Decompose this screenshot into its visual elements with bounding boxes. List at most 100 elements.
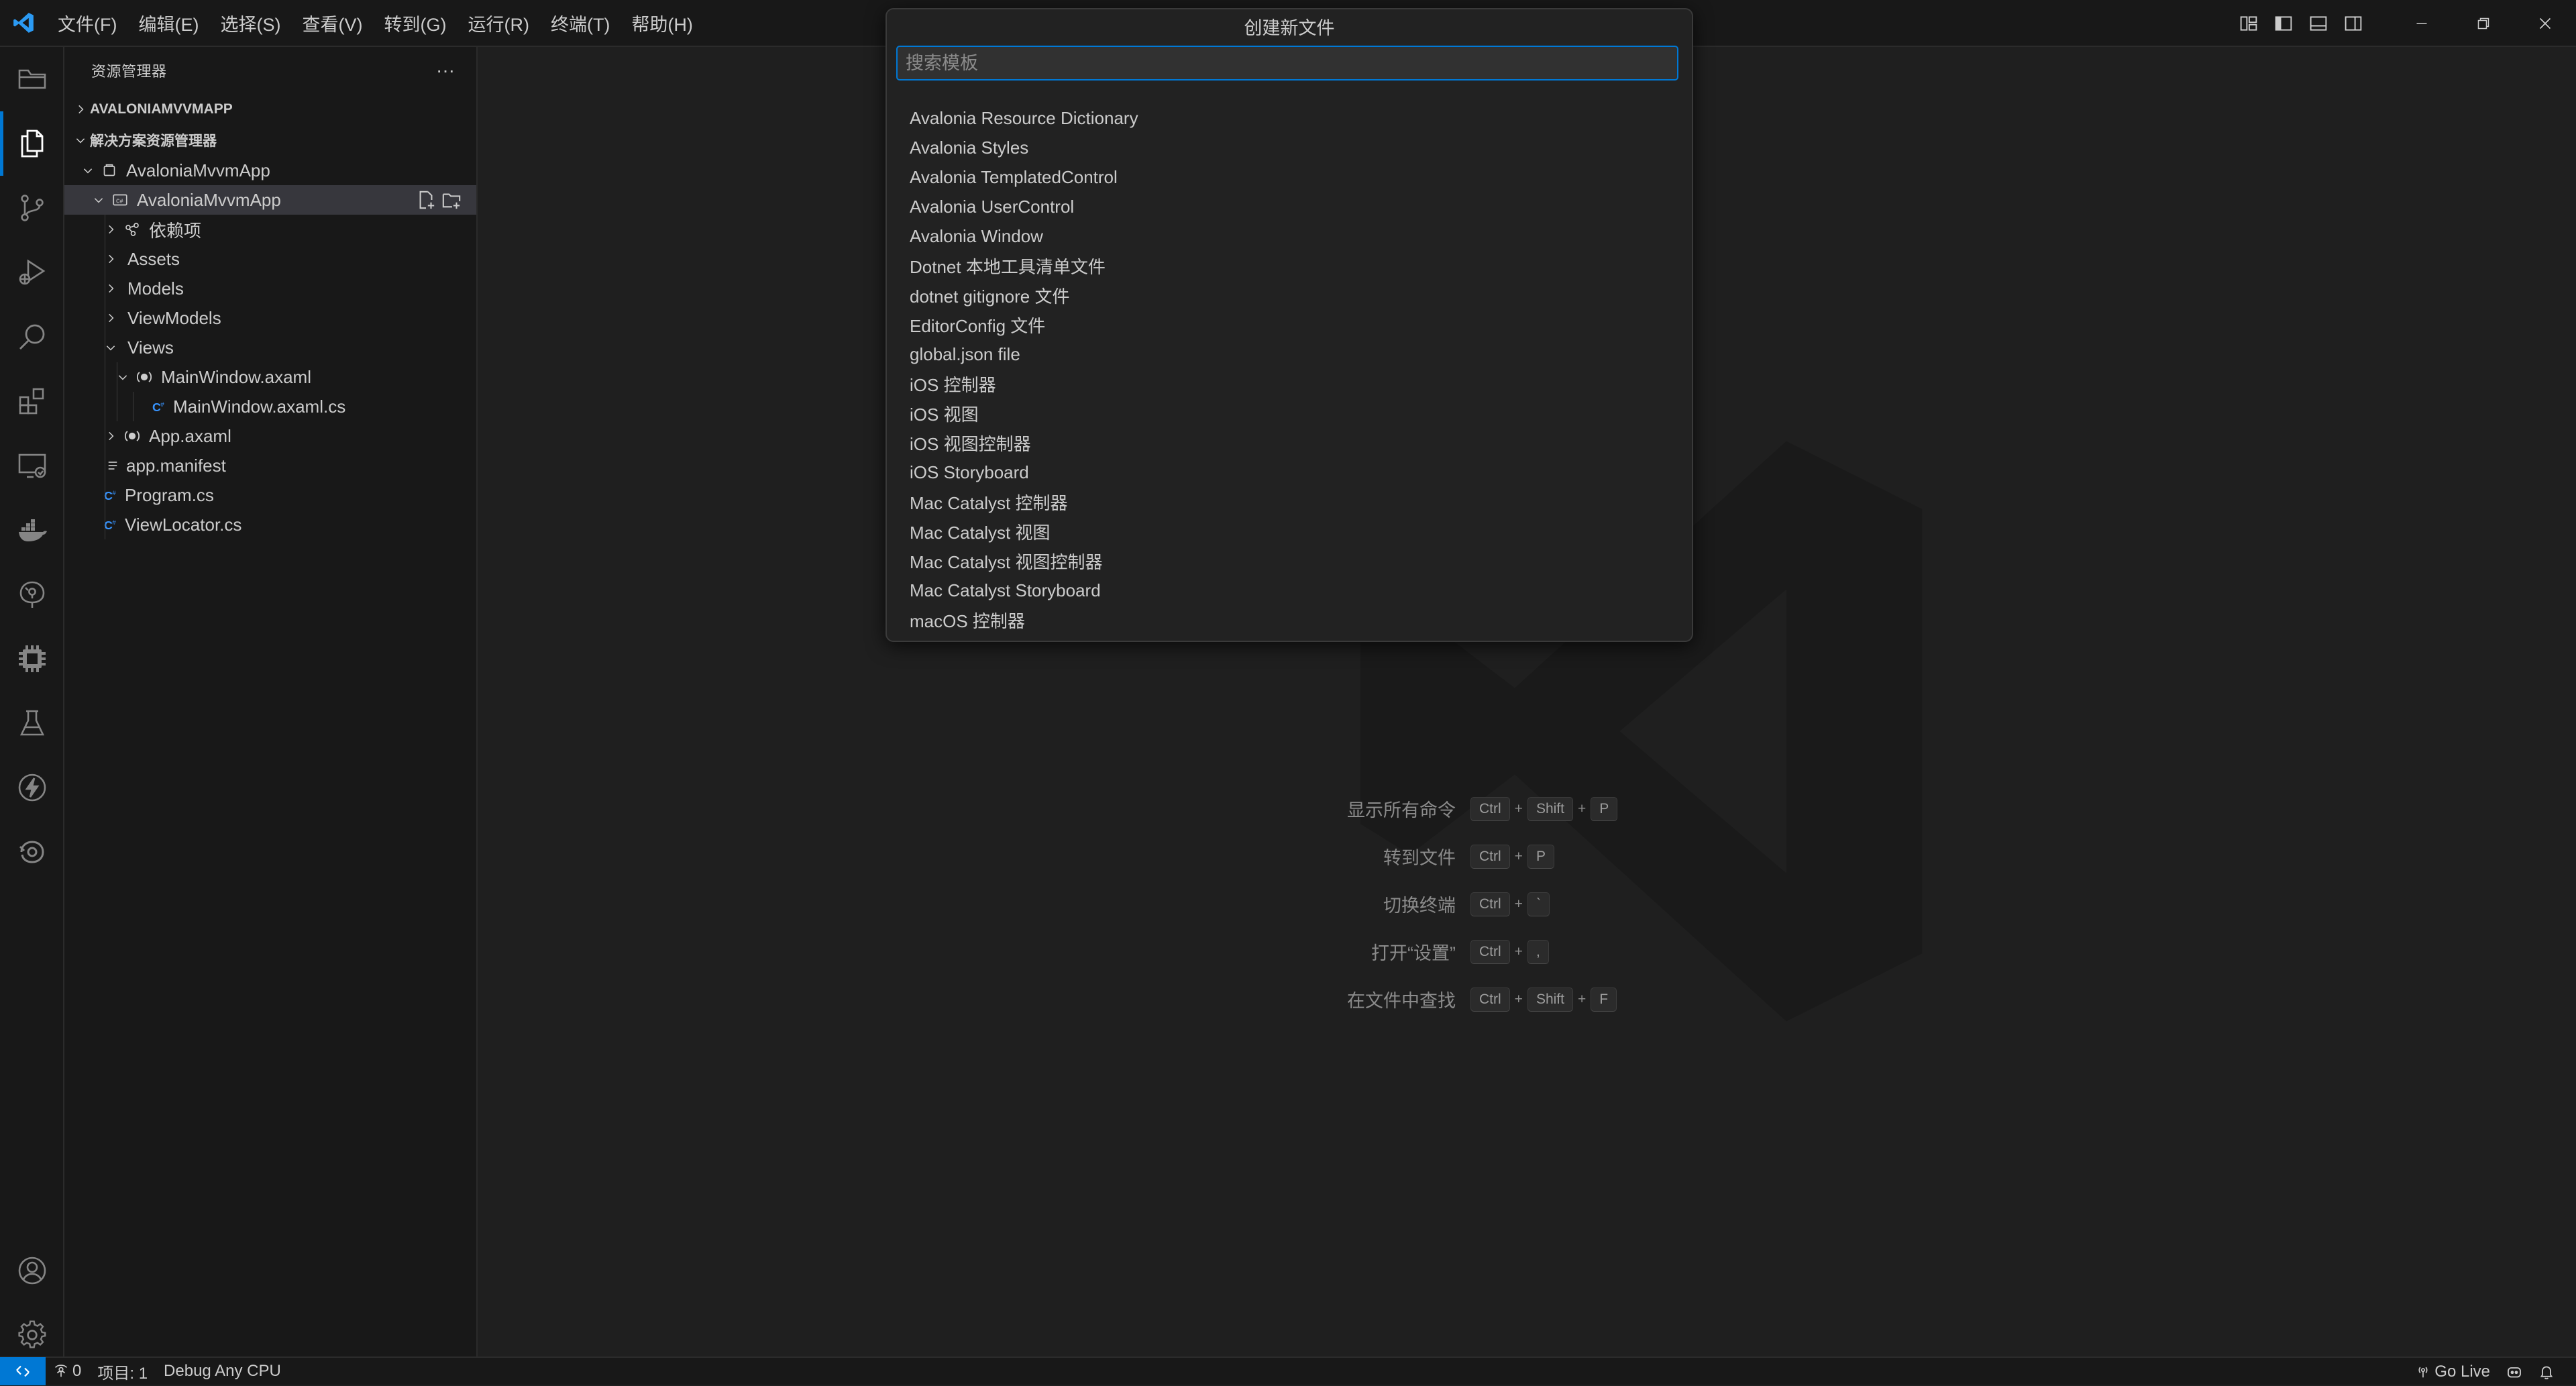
- chip-icon[interactable]: [0, 627, 64, 691]
- tree-item-models[interactable]: Models: [64, 274, 476, 303]
- menu-file[interactable]: 文件(F): [47, 7, 127, 39]
- folder-icon[interactable]: [0, 47, 64, 111]
- menu-goto[interactable]: 转到(G): [373, 7, 457, 39]
- axaml-icon: [133, 370, 156, 384]
- template-item[interactable]: Mac Catalyst 控制器: [887, 487, 1692, 517]
- axaml-icon: [121, 429, 144, 443]
- ports-count: 0: [72, 1362, 82, 1380]
- notifications-bell-icon[interactable]: [2530, 1358, 2563, 1386]
- menu-terminal[interactable]: 终端(T): [540, 7, 621, 39]
- template-item[interactable]: Avalonia UserControl: [887, 192, 1692, 221]
- template-item[interactable]: iOS 视图控制器: [887, 428, 1692, 458]
- go-live-button[interactable]: Go Live: [2408, 1358, 2498, 1386]
- copilot-icon[interactable]: [0, 820, 64, 884]
- template-search-input[interactable]: [896, 46, 1678, 81]
- restore-icon[interactable]: [2453, 0, 2514, 47]
- chevron-down-icon: [101, 341, 121, 354]
- chevron-right-icon: [101, 282, 121, 295]
- tree-item-app-manifest[interactable]: app.manifest: [64, 451, 476, 480]
- template-item[interactable]: iOS 视图: [887, 398, 1692, 428]
- menu-help[interactable]: 帮助(H): [621, 7, 703, 39]
- key: Ctrl: [1470, 796, 1510, 821]
- template-item[interactable]: Avalonia Window: [887, 221, 1692, 251]
- tree-item-project[interactable]: C# AvaloniaMvvmApp: [64, 185, 476, 215]
- close-icon[interactable]: [2514, 0, 2576, 47]
- new-file-icon[interactable]: [416, 190, 436, 210]
- template-item[interactable]: Avalonia Styles: [887, 133, 1692, 162]
- account-icon[interactable]: [0, 1238, 64, 1303]
- new-folder-icon[interactable]: [441, 190, 462, 210]
- chevron-right-icon: [101, 430, 121, 442]
- key: `: [1527, 892, 1550, 916]
- solution-explorer-section-header[interactable]: 解决方案资源管理器: [64, 125, 476, 156]
- extensions-icon[interactable]: [0, 369, 64, 433]
- remote-explorer-icon[interactable]: [0, 433, 64, 498]
- tree-item-mainwindow-axaml-cs[interactable]: C # MainWindow.axaml.cs: [64, 392, 476, 421]
- shortcut-keys: Ctrl + P: [1470, 844, 1554, 869]
- tree-item-assets[interactable]: Assets: [64, 244, 476, 274]
- docker-icon[interactable]: [0, 498, 64, 562]
- chevron-right-icon: [71, 103, 90, 115]
- template-item[interactable]: macOS 视图: [887, 635, 1692, 641]
- template-item[interactable]: Mac Catalyst 视图控制器: [887, 546, 1692, 576]
- tree-item-viewlocator-cs[interactable]: C # ViewLocator.cs: [64, 510, 476, 539]
- customize-layout-icon[interactable]: [2231, 6, 2266, 41]
- template-item[interactable]: EditorConfig 文件: [887, 310, 1692, 339]
- project-row-actions: [416, 185, 462, 215]
- tree-item-label: MainWindow.axaml: [161, 366, 311, 387]
- svg-text:#: #: [160, 401, 164, 409]
- toggle-panel-icon[interactable]: [2301, 6, 2336, 41]
- solution-tree: AvaloniaMvvmApp C# AvaloniaMvvmApp 依赖项 A…: [64, 156, 476, 539]
- more-actions-icon[interactable]: ···: [436, 60, 455, 81]
- project-count-status[interactable]: 项目: 1: [89, 1357, 156, 1385]
- template-item[interactable]: Avalonia Resource Dictionary: [887, 103, 1692, 133]
- copilot-status-icon[interactable]: [2498, 1358, 2530, 1386]
- template-item[interactable]: iOS 控制器: [887, 369, 1692, 398]
- key: Ctrl: [1470, 987, 1510, 1012]
- explorer-icon[interactable]: [0, 111, 64, 176]
- gitlens-icon[interactable]: [0, 562, 64, 627]
- search-icon[interactable]: [0, 305, 64, 369]
- tree-item-program-cs[interactable]: C # Program.cs: [64, 480, 476, 510]
- tree-item-views[interactable]: Views: [64, 333, 476, 362]
- template-item[interactable]: macOS 控制器: [887, 605, 1692, 635]
- tree-item-dependencies[interactable]: 依赖项: [64, 215, 476, 244]
- template-item[interactable]: iOS Storyboard: [887, 458, 1692, 487]
- template-item[interactable]: Mac Catalyst 视图: [887, 517, 1692, 546]
- tree-item-solution[interactable]: AvaloniaMvvmApp: [64, 156, 476, 185]
- menu-selection[interactable]: 选择(S): [209, 7, 291, 39]
- window-controls: [2231, 0, 2576, 47]
- menu-run[interactable]: 运行(R): [457, 7, 539, 39]
- ports-status[interactable]: 0: [46, 1357, 89, 1385]
- build-config-status[interactable]: Debug Any CPU: [156, 1357, 289, 1385]
- template-item[interactable]: global.json file: [887, 339, 1692, 369]
- lightning-icon[interactable]: [0, 755, 64, 820]
- source-control-icon[interactable]: [0, 176, 64, 240]
- template-item[interactable]: Avalonia TemplatedControl: [887, 162, 1692, 192]
- remote-indicator-icon[interactable]: [0, 1357, 46, 1385]
- run-debug-icon[interactable]: [0, 240, 64, 305]
- ports-icon: [54, 1364, 68, 1379]
- shortcut-label: 切换终端: [1383, 896, 1456, 916]
- tree-item-viewmodels[interactable]: ViewModels: [64, 303, 476, 333]
- menu-view[interactable]: 查看(V): [291, 7, 373, 39]
- chevron-down-icon: [89, 194, 109, 206]
- chevron-right-icon: [101, 253, 121, 265]
- template-item[interactable]: Mac Catalyst Storyboard: [887, 576, 1692, 605]
- tree-item-label: AvaloniaMvvmApp: [137, 189, 281, 210]
- toggle-primary-sidebar-icon[interactable]: [2266, 6, 2301, 41]
- csharp-file-icon: C #: [152, 399, 168, 414]
- template-item[interactable]: dotnet gitignore 文件: [887, 280, 1692, 310]
- template-item[interactable]: Dotnet 本地工具清单文件: [887, 251, 1692, 280]
- tree-item-label: ViewModels: [127, 307, 221, 328]
- toggle-secondary-sidebar-icon[interactable]: [2336, 6, 2371, 41]
- tree-item-mainwindow-axaml[interactable]: MainWindow.axaml: [64, 362, 476, 392]
- tree-item-app-axaml[interactable]: App.axaml: [64, 421, 476, 451]
- workspace-section-header[interactable]: AVALONIAMVVMAPP: [64, 94, 476, 125]
- menu-edit[interactable]: 编辑(E): [127, 7, 209, 39]
- menu-bar: 文件(F) 编辑(E) 选择(S) 查看(V) 转到(G) 运行(R) 终端(T…: [47, 0, 704, 46]
- testing-flask-icon[interactable]: [0, 691, 64, 755]
- quick-pick-input-wrapper: [887, 43, 1692, 81]
- solution-explorer-section-label: 解决方案资源管理器: [90, 134, 217, 149]
- minimize-icon[interactable]: [2391, 0, 2453, 47]
